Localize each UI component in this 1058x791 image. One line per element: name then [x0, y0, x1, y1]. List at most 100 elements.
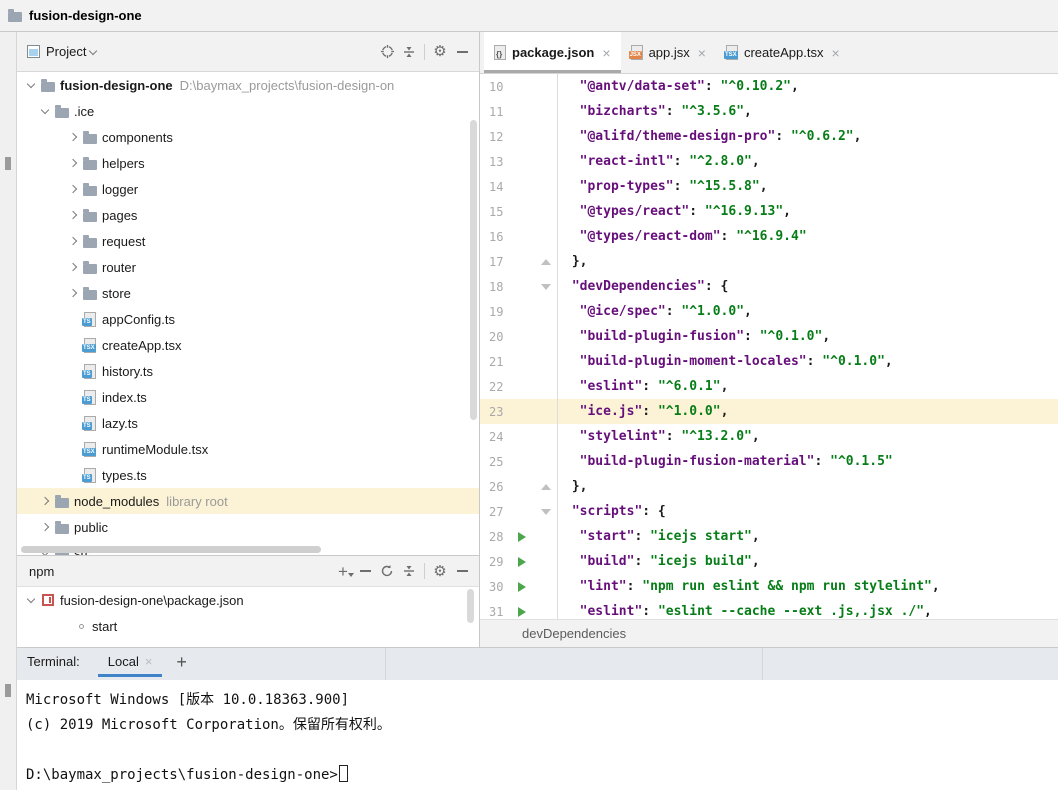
code-line-20[interactable]: 20 "build-plugin-fusion": "^0.1.0",	[480, 324, 1058, 349]
folder-icon	[83, 290, 97, 300]
tree-item-public[interactable]: public	[17, 514, 479, 540]
tree-item-label: index.ts	[102, 390, 147, 405]
run-script-icon[interactable]	[518, 532, 526, 542]
npm-vertical-scrollbar[interactable]	[467, 589, 474, 623]
tool-stripe-npm[interactable]: npm	[0, 760, 17, 791]
code-line-23[interactable]: 23 "ice.js": "^1.0.0",	[480, 399, 1058, 424]
code-line-30[interactable]: 30 "lint": "npm run eslint && npm run st…	[480, 574, 1058, 599]
tree-item-node_modules[interactable]: node_moduleslibrary root	[17, 488, 479, 514]
tree-item-createApp-tsx[interactable]: TSXcreateApp.tsx	[17, 332, 479, 358]
tab-package.json[interactable]: {}package.json×	[484, 32, 621, 73]
settings-button[interactable]: ⚙	[429, 41, 451, 63]
code-line-15[interactable]: 15 "@types/react": "^16.9.13",	[480, 199, 1058, 224]
chevron-down-icon	[40, 105, 48, 113]
run-script-icon[interactable]	[518, 582, 526, 592]
project-horizontal-scrollbar[interactable]	[21, 546, 321, 553]
chevron-right-icon	[68, 133, 76, 141]
code-line-14[interactable]: 14 "prop-types": "^15.5.8",	[480, 174, 1058, 199]
breadcrumb-item[interactable]: devDependencies	[522, 626, 626, 641]
fold-start-icon[interactable]	[541, 509, 551, 515]
code-editor[interactable]: 10 "@antv/data-set": "^0.10.2",11 "bizch…	[480, 74, 1058, 619]
new-terminal-session-button[interactable]: +	[176, 654, 187, 670]
code-line-12[interactable]: 12 "@alifd/theme-design-pro": "^0.6.2",	[480, 124, 1058, 149]
tree-item-lazy-ts[interactable]: TSlazy.ts	[17, 410, 479, 436]
npm-remove-button[interactable]	[354, 560, 376, 582]
code-line-25[interactable]: 25 "build-plugin-fusion-material": "^0.1…	[480, 449, 1058, 474]
line-number: 12	[480, 130, 510, 144]
npm-package-json-item[interactable]: fusion-design-one\package.json	[17, 587, 479, 613]
run-script-icon[interactable]	[518, 557, 526, 567]
stripe-mark	[5, 157, 11, 170]
project-panel-title[interactable]: Project	[46, 44, 86, 59]
tree-item-label: history.ts	[102, 364, 153, 379]
tree-item-history-ts[interactable]: TShistory.ts	[17, 358, 479, 384]
line-number: 21	[480, 355, 510, 369]
code-line-16[interactable]: 16 "@types/react-dom": "^16.9.4"	[480, 224, 1058, 249]
run-script-icon[interactable]	[518, 607, 526, 617]
code-line-26[interactable]: 26 },	[480, 474, 1058, 499]
tree-item-appConfig-ts[interactable]: TSappConfig.ts	[17, 306, 479, 332]
line-number: 31	[480, 605, 510, 619]
npm-hide-button[interactable]	[451, 560, 473, 582]
tree-item-request[interactable]: request	[17, 228, 479, 254]
project-vertical-scrollbar[interactable]	[470, 120, 477, 420]
tree-item--ice[interactable]: .ice	[17, 98, 479, 124]
code-line-29[interactable]: 29 "build": "icejs build",	[480, 549, 1058, 574]
npm-collapse-all-button[interactable]	[398, 560, 420, 582]
code-text: "start": "icejs start",	[558, 529, 760, 544]
breadcrumb[interactable]: devDependencies	[480, 619, 1058, 647]
hide-panel-button[interactable]	[451, 41, 473, 63]
code-line-24[interactable]: 24 "stylelint": "^13.2.0",	[480, 424, 1058, 449]
code-line-10[interactable]: 10 "@antv/data-set": "^0.10.2",	[480, 74, 1058, 99]
folder-icon	[83, 134, 97, 144]
tree-item-router[interactable]: router	[17, 254, 479, 280]
locate-file-button[interactable]	[376, 41, 398, 63]
terminal-tab-local[interactable]: Local×	[102, 654, 159, 677]
tree-item-runtimeModule-tsx[interactable]: TSXruntimeModule.tsx	[17, 436, 479, 462]
tree-item-store[interactable]: store	[17, 280, 479, 306]
code-line-17[interactable]: 17 },	[480, 249, 1058, 274]
tree-item-root[interactable]: fusion-design-one D:\baymax_projects\fus…	[17, 72, 479, 98]
close-icon[interactable]: ×	[602, 45, 610, 61]
editor-tab-bar: {}package.json×JSXapp.jsx×TSXcreateApp.t…	[480, 32, 1058, 74]
close-icon[interactable]: ×	[831, 45, 839, 61]
project-folder-icon	[8, 12, 22, 22]
code-line-11[interactable]: 11 "bizcharts": "^3.5.6",	[480, 99, 1058, 124]
npm-add-button[interactable]: +	[332, 560, 354, 582]
code-line-21[interactable]: 21 "build-plugin-moment-locales": "^0.1.…	[480, 349, 1058, 374]
tree-item-types-ts[interactable]: TStypes.ts	[17, 462, 479, 488]
close-icon[interactable]: ×	[145, 654, 153, 669]
tree-item-logger[interactable]: logger	[17, 176, 479, 202]
close-icon[interactable]: ×	[698, 45, 706, 61]
line-number: 26	[480, 480, 510, 494]
tab-createApp.tsx[interactable]: TSXcreateApp.tsx×	[716, 32, 850, 73]
terminal-line: (c) 2019 Microsoft Corporation。保留所有权利。	[26, 713, 1058, 738]
code-line-18[interactable]: 18 "devDependencies": {	[480, 274, 1058, 299]
code-line-27[interactable]: 27 "scripts": {	[480, 499, 1058, 524]
tree-item-components[interactable]: components	[17, 124, 479, 150]
code-line-22[interactable]: 22 "eslint": "^6.0.1",	[480, 374, 1058, 399]
code-line-28[interactable]: 28 "start": "icejs start",	[480, 524, 1058, 549]
fold-end-icon[interactable]	[541, 259, 551, 265]
fold-end-icon[interactable]	[541, 484, 551, 490]
tree-item-index-ts[interactable]: TSindex.ts	[17, 384, 479, 410]
chevron-down-icon[interactable]	[89, 46, 97, 54]
collapse-all-button[interactable]	[398, 41, 420, 63]
code-text: "build-plugin-fusion": "^0.1.0",	[558, 329, 830, 344]
code-text: "scripts": {	[558, 504, 666, 519]
npm-refresh-button[interactable]	[376, 560, 398, 582]
tool-stripe-structure[interactable]: 7: Structure	[0, 582, 17, 682]
tab-app.jsx[interactable]: JSXapp.jsx×	[621, 32, 716, 73]
npm-script-start[interactable]: start	[17, 613, 479, 639]
line-number: 11	[480, 105, 510, 119]
code-line-31[interactable]: 31 "eslint": "eslint --cache --ext .js,.…	[480, 599, 1058, 619]
terminal-output[interactable]: Microsoft Windows [版本 10.0.18363.900](c)…	[17, 680, 1058, 790]
code-line-13[interactable]: 13 "react-intl": "^2.8.0",	[480, 149, 1058, 174]
tool-stripe-project[interactable]: 1: Project	[0, 67, 17, 157]
npm-settings-button[interactable]: ⚙	[429, 560, 451, 582]
fold-start-icon[interactable]	[541, 284, 551, 290]
line-number: 30	[480, 580, 510, 594]
tree-item-pages[interactable]: pages	[17, 202, 479, 228]
code-line-19[interactable]: 19 "@ice/spec": "^1.0.0",	[480, 299, 1058, 324]
tree-item-helpers[interactable]: helpers	[17, 150, 479, 176]
